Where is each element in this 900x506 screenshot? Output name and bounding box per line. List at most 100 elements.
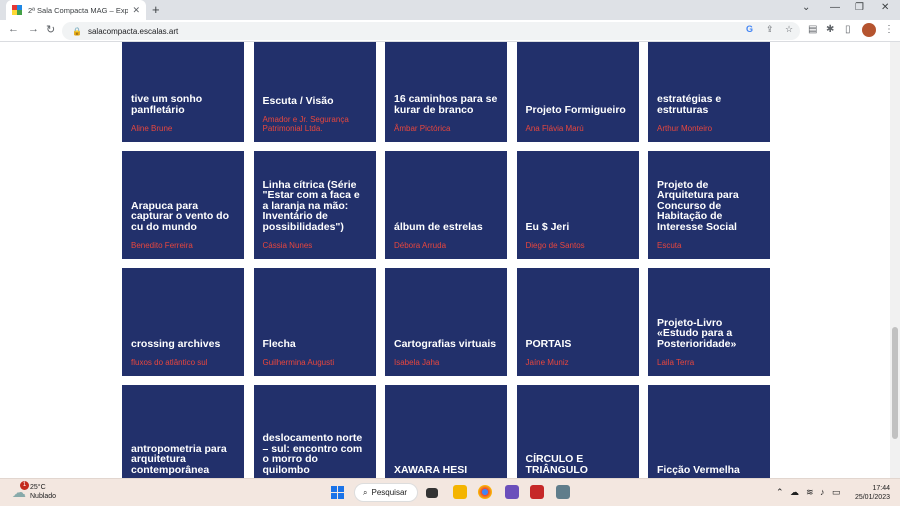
artwork-author[interactable]: Âmbar Pictórica	[394, 124, 498, 133]
chrome-icon[interactable]	[478, 485, 492, 499]
notification-badge: 1	[20, 481, 29, 490]
start-button[interactable]	[331, 486, 344, 499]
wifi-icon[interactable]: ≋	[806, 487, 814, 498]
artwork-title: XAWARA HESI	[394, 463, 468, 476]
artwork-author[interactable]: Cássia Nunes	[263, 241, 367, 250]
tab-title: 2ª Sala Compacta MAG – Exposiç	[28, 5, 129, 15]
artwork-title: 16 caminhos para se kurar de branco	[394, 93, 498, 116]
volume-icon[interactable]: ♪	[820, 487, 825, 497]
artwork-card[interactable]: Escuta / Visão Amador e Jr. Segurança Pat…	[253, 42, 376, 142]
tray-cloud-icon[interactable]: ☁	[790, 487, 799, 498]
tab-strip: 2ª Sala Compacta MAG – Exposiç ✕ + ⌄ — ❐…	[0, 0, 900, 20]
search-icon: ⌕	[363, 487, 368, 497]
artwork-author[interactable]: Aline Brune	[131, 124, 235, 133]
artwork-card[interactable]: álbum de estrelas Débora Arruda	[385, 151, 507, 259]
artwork-card[interactable]: Flecha Guilhermina Augusti	[253, 268, 376, 376]
artwork-title: Projeto de Arquitetura para Concurso de …	[657, 178, 739, 233]
artwork-card[interactable]: Linha cítrica (Série "Estar com a faca e…	[253, 151, 376, 259]
clock-date: 25/01/2023	[854, 494, 890, 501]
reload-icon[interactable]: ↻	[46, 23, 55, 36]
menu-kebab-icon[interactable]: ⋮	[884, 24, 894, 35]
browser-tab[interactable]: 2ª Sala Compacta MAG – Exposiç ✕	[6, 0, 146, 20]
google-icon[interactable]: G	[746, 24, 753, 34]
share-icon[interactable]: ⇪	[766, 24, 774, 35]
lock-icon: 🔒	[72, 26, 82, 36]
weather-temp: 25°C	[30, 484, 46, 491]
url-text: salacompacta.escalas.art	[87, 26, 179, 36]
task-view-icon[interactable]	[426, 488, 438, 498]
tray-chevron-up-icon[interactable]: ⌃	[776, 487, 784, 498]
weather-desc: Nublado	[30, 493, 57, 500]
artwork-author[interactable]: Arthur Monteiro	[657, 124, 761, 133]
artwork-grid: tive um sonho panfletário Aline Brune Escu…	[122, 42, 770, 478]
artwork-title: Ficção Vermelha	[657, 463, 740, 476]
artwork-author[interactable]: Guilhermina Augusti	[263, 358, 367, 367]
artwork-author[interactable]: Escuta	[657, 241, 761, 250]
artwork-card[interactable]: Projeto de Arquitetura para Concurso de …	[648, 151, 770, 259]
side-panel-icon[interactable]: ▯	[845, 24, 851, 35]
artwork-author[interactable]: Amador e Jr. Segurança Patrimonial Ltda.	[263, 115, 367, 133]
extension-doc-icon[interactable]: ▤	[808, 24, 817, 35]
artwork-title: Projeto-Livro «Estudo para a Posteriorid…	[657, 316, 737, 350]
back-arrow-icon[interactable]: ←	[8, 23, 19, 35]
artwork-card[interactable]: Projeto Formigueiro Ana Flávia Marú	[516, 42, 639, 142]
app-shield-icon[interactable]	[505, 485, 519, 499]
artwork-title: álbum de estrelas	[394, 220, 483, 233]
artwork-title: crossing archives	[131, 337, 221, 350]
artwork-author[interactable]: fluxos do atlântico sul	[131, 358, 235, 367]
file-explorer-icon[interactable]	[453, 485, 467, 499]
artwork-card[interactable]: XAWARA HESI	[385, 385, 507, 478]
artwork-card[interactable]: tive um sonho panfletário Aline Brune	[122, 42, 244, 142]
artwork-card[interactable]: PORTAIS Jaíne Muniz	[516, 268, 639, 376]
artwork-title: Flecha	[262, 337, 296, 350]
taskbar-search[interactable]: ⌕ Pesquisar	[354, 483, 418, 502]
new-tab-button[interactable]: +	[152, 2, 160, 17]
artwork-card[interactable]: CÍRCULO E TRIÂNGULO	[516, 385, 639, 478]
artwork-card[interactable]: Projeto-Livro «Estudo para a Posteriorid…	[648, 268, 770, 376]
artwork-card[interactable]: Eu $ Jeri Diego de Santos	[516, 151, 639, 259]
artwork-title: deslocamento norte – sul: encontro com o…	[262, 432, 363, 476]
weather-widget[interactable]: ☁ 1 25°C Nublado	[12, 481, 57, 501]
artwork-card[interactable]: estratégias e estruturas Arthur Monteiro	[648, 42, 770, 142]
app-gear-icon[interactable]	[556, 485, 570, 499]
extensions-puzzle-icon[interactable]: ✱	[826, 24, 834, 35]
tab-search-chevron-icon[interactable]: ⌄	[802, 2, 810, 13]
artwork-card[interactable]: Ficção Vermelha	[648, 385, 770, 478]
scrollbar-thumb[interactable]	[892, 327, 898, 439]
artwork-title: CÍRCULO E TRIÂNGULO	[525, 453, 588, 476]
artwork-author[interactable]: Laila Terra	[657, 358, 761, 367]
artwork-author[interactable]: Isabela Jaha	[394, 358, 498, 367]
minimize-button[interactable]: —	[830, 2, 840, 13]
page-viewport: tive um sonho panfletário Aline Brune Escu…	[0, 42, 890, 478]
artwork-title: Eu $ Jeri	[525, 220, 570, 233]
artwork-title: Cartografias virtuais	[394, 337, 497, 350]
search-label: Pesquisar	[371, 488, 408, 497]
site-favicon-icon	[12, 5, 22, 15]
page-scrollbar[interactable]	[890, 42, 900, 478]
artwork-card[interactable]: Cartografias virtuais Isabela Jaha	[385, 268, 507, 376]
browser-toolbar: ← → ↻ 🔒 salacompacta.escalas.art G ⇪ ☆ ▤…	[0, 20, 900, 42]
profile-avatar[interactable]	[862, 23, 876, 37]
close-window-button[interactable]: ✕	[881, 2, 889, 13]
app-red-icon[interactable]	[530, 485, 544, 499]
artwork-author[interactable]: Débora Arruda	[394, 241, 498, 250]
artwork-title: PORTAIS	[525, 337, 572, 350]
forward-arrow-icon[interactable]: →	[28, 23, 39, 35]
artwork-card[interactable]: deslocamento norte – sul: encontro com o…	[253, 385, 376, 478]
windows-taskbar: ☁ 1 25°C Nublado ⌕ Pesquisar ⌃ ☁ ≋ ♪ ▭ 1…	[0, 478, 900, 506]
system-clock[interactable]: 17:44 25/01/2023	[838, 484, 890, 502]
bookmark-star-icon[interactable]: ☆	[785, 24, 793, 35]
artwork-author[interactable]: Jaíne Muniz	[526, 358, 630, 367]
tab-close-icon[interactable]: ✕	[132, 5, 140, 16]
artwork-author[interactable]: Ana Flávia Marú	[526, 124, 630, 133]
artwork-card[interactable]: 16 caminhos para se kurar de branco Âmbar…	[385, 42, 507, 142]
artwork-author[interactable]: Diego de Santos	[526, 241, 630, 250]
artwork-card[interactable]: Arapuca para capturar o vento do cu do m…	[122, 151, 244, 259]
artwork-title: estratégias e estruturas	[657, 93, 722, 116]
restore-button[interactable]: ❐	[855, 2, 864, 13]
artwork-card[interactable]: crossing archives fluxos do atlântico sul	[122, 268, 244, 376]
artwork-title: antropometria para arquitetura contempor…	[131, 442, 227, 476]
address-bar[interactable]: 🔒 salacompacta.escalas.art	[62, 22, 800, 40]
artwork-card[interactable]: antropometria para arquitetura contempor…	[122, 385, 244, 478]
artwork-author[interactable]: Benedito Ferreira	[131, 241, 235, 250]
